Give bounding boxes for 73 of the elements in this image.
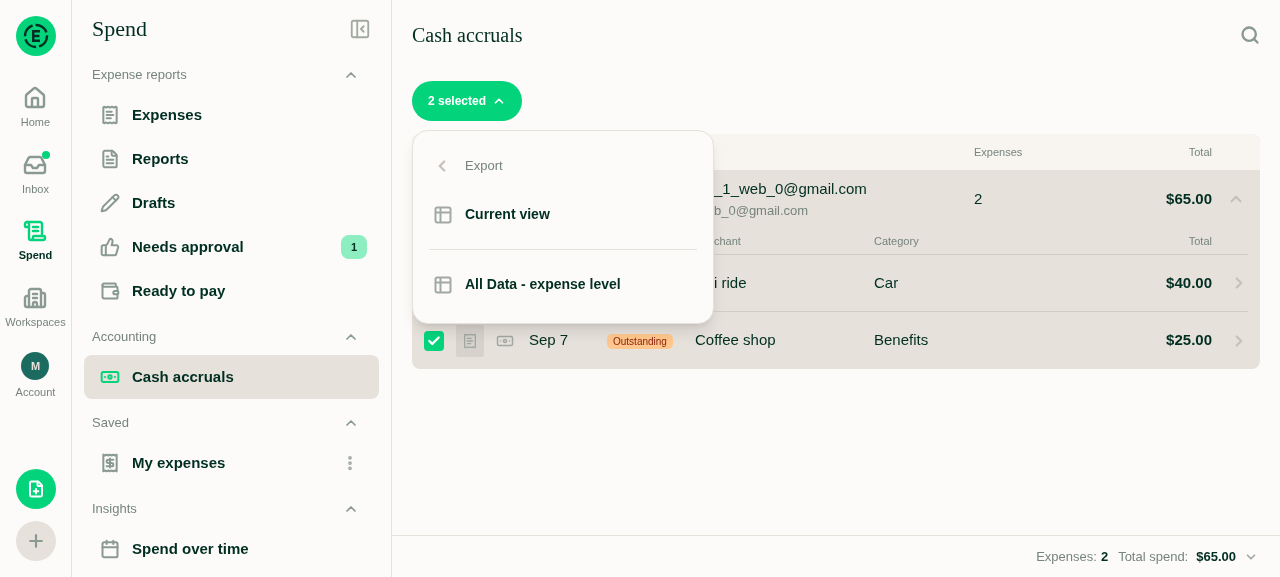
sidebar-item[interactable]: Reports [84,137,379,181]
calendar-icon [100,539,120,559]
sidebar-item-label: Drafts [132,192,176,213]
sidebar-item[interactable]: Spend over time [84,527,379,571]
table-icon [433,274,453,295]
rail-item[interactable]: M Account [15,352,56,401]
table-cell-text: $40.00 [1166,272,1212,293]
add-button[interactable] [15,521,56,561]
sidebar-item[interactable]: Cash accruals [84,355,379,399]
status-badge: Outstanding [607,334,673,350]
receipt-icon [23,219,48,243]
menu-title: Export [465,156,503,175]
table-icon [433,204,453,225]
checkbox[interactable] [424,330,444,351]
column-header: chant [714,233,742,249]
sidebar-item[interactable]: Drafts [84,181,379,225]
column-header: Expenses [974,144,1024,160]
table-cell-text: 2 [974,188,984,209]
document-icon [100,149,120,169]
section-title: Insights [92,500,137,519]
table-cell-text: i ride [714,272,748,293]
sidebar-item-label: Reports [132,148,189,169]
receipt-icon [462,332,478,349]
section-title: Expense reports [92,66,187,85]
sidebar-item-label: Needs approval [132,236,244,257]
file-plus-icon [26,480,45,498]
table-cell-text: $65.00 [1165,188,1212,209]
sidebar-item[interactable]: Expenses [84,93,379,137]
total-spend-label: Total spend: [1118,547,1189,566]
table-cell-text: b_0@gmail.com [714,201,809,220]
column-header: Total [1188,233,1212,249]
bag-icon [100,281,120,301]
sidebar-item[interactable]: Ready to pay [84,269,379,313]
sidebar-item[interactable]: My expenses [84,441,379,485]
column-header: Category [874,233,920,249]
building-icon [23,285,48,310]
sidebar-item[interactable]: Needs approval 1 [84,225,379,269]
table-cell-text: $25.00 [1166,330,1212,351]
receipt-icon [100,453,120,473]
receipt-icon [100,105,120,125]
sidebar-item-label: Ready to pay [132,280,226,301]
thumbs-up-icon [100,237,120,257]
menu-item[interactable]: All Data - expense level [413,258,713,311]
pencil-icon [100,193,120,213]
search-icon[interactable] [1240,25,1260,45]
expenses-count: 2 [1100,547,1109,566]
column-header: Total [1187,144,1212,160]
table-cell-text: Sep 7 [529,330,570,351]
section-title: Accounting [92,328,157,347]
logo-icon[interactable] [15,16,56,56]
table-cell-text: Benefits [874,330,930,351]
sidebar-item-label: Cash accruals [132,366,234,387]
table-cell-text: Car [874,272,900,293]
page-title: Cash accruals [412,23,523,48]
section-title: Saved [92,414,129,433]
sidebar-item-label: Expenses [132,104,203,125]
total-spend: $65.00 [1196,547,1236,566]
rail-item[interactable]: Spend [18,219,53,264]
check-icon [427,333,441,348]
home-icon [23,86,48,110]
count-badge: 1 [340,234,367,260]
table-cell-text: _1_web_0@gmail.com [714,179,867,199]
sidebar-item-label: Spend over time [132,538,249,559]
rail-item[interactable]: Workspaces [5,285,66,330]
rail-item[interactable]: Home [20,86,51,131]
collapse-sidebar-icon[interactable] [349,17,371,40]
menu-item[interactable]: Current view [413,188,713,241]
sidebar-title: Spend [92,15,147,43]
rail-item[interactable]: Inbox [22,152,49,197]
sidebar-item-label: My expenses [132,452,226,473]
expenses-count-label: Expenses: [1036,547,1097,566]
table-cell-text: Coffee shop [695,330,777,351]
new-expense-button[interactable] [15,469,56,509]
